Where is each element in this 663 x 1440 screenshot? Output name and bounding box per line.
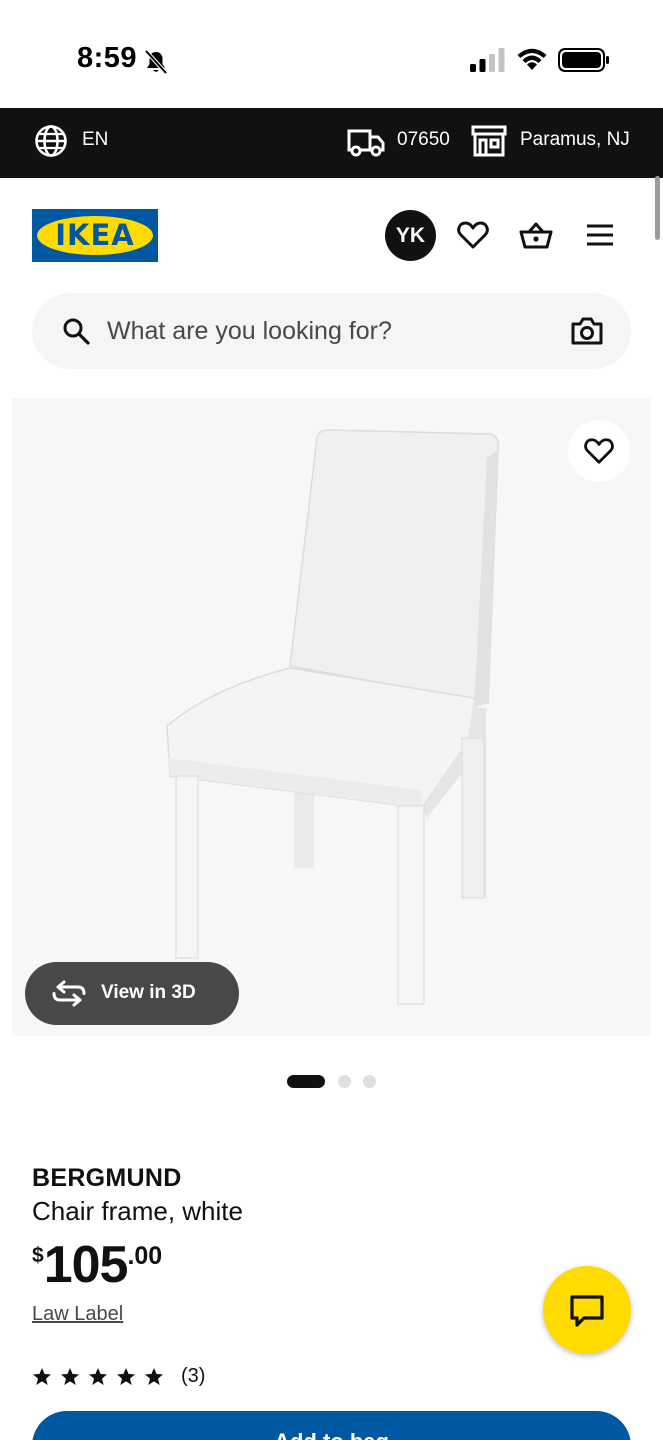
review-count[interactable]: (3) xyxy=(181,1365,205,1388)
chat-button[interactable] xyxy=(543,1266,631,1354)
scrollbar[interactable] xyxy=(655,176,660,240)
bell-off-icon xyxy=(144,49,168,75)
status-time: 8:59 xyxy=(77,42,138,74)
basket-icon[interactable] xyxy=(519,218,553,252)
battery-icon xyxy=(558,48,609,72)
star-icon xyxy=(145,1368,163,1385)
view-in-3d-button[interactable]: View in 3D xyxy=(25,962,239,1025)
star-icon xyxy=(89,1368,107,1385)
carousel-dot-2[interactable] xyxy=(338,1075,351,1088)
status-bar: 8:59 xyxy=(0,0,663,108)
heart-icon xyxy=(584,438,614,464)
add-to-bag-label: Add to bag xyxy=(32,1429,631,1440)
price-decimal: .00 xyxy=(127,1242,163,1270)
logo-text: IKEA xyxy=(55,218,135,252)
star-icon xyxy=(33,1368,51,1385)
ikea-logo[interactable]: IKEA xyxy=(32,209,158,262)
search-icon xyxy=(63,318,90,345)
heart-icon[interactable] xyxy=(456,218,490,252)
hamburger-menu-icon[interactable] xyxy=(583,218,617,252)
product-image[interactable] xyxy=(12,398,651,1036)
chair-image xyxy=(166,429,500,1005)
wifi-icon xyxy=(517,48,547,70)
star-icon xyxy=(61,1368,79,1385)
price-integer: 105 xyxy=(43,1236,129,1294)
rotate-3d-icon xyxy=(52,980,86,1007)
carousel-dot-3[interactable] xyxy=(363,1075,376,1088)
chat-icon xyxy=(570,1295,604,1327)
product-description: Chair frame, white xyxy=(32,1196,243,1226)
view-in-3d-label: View in 3D xyxy=(101,982,196,1003)
star-icon xyxy=(117,1368,135,1385)
store-location[interactable]: Paramus, NJ xyxy=(520,129,630,151)
signal-icon xyxy=(470,48,505,72)
carousel-dot-1[interactable] xyxy=(287,1075,325,1088)
language-selector[interactable]: EN xyxy=(82,129,108,151)
user-avatar[interactable]: YK xyxy=(385,210,436,261)
product-price: $105.00 xyxy=(32,1236,162,1294)
delivery-zip[interactable]: 07650 xyxy=(397,129,450,151)
globe-icon[interactable] xyxy=(34,124,68,158)
camera-icon[interactable] xyxy=(570,315,604,347)
truck-icon[interactable] xyxy=(347,126,385,158)
store-icon[interactable] xyxy=(471,124,507,158)
search-bar[interactable] xyxy=(32,293,631,369)
search-input[interactable] xyxy=(107,313,537,349)
price-currency: $ xyxy=(32,1244,44,1267)
add-to-bag-button[interactable]: Add to bag xyxy=(32,1411,631,1440)
add-to-wishlist-button[interactable] xyxy=(568,420,630,482)
top-bar: EN 07650 Paramus, NJ xyxy=(0,108,663,178)
product-name: BERGMUND xyxy=(32,1164,182,1192)
law-label-link[interactable]: Law Label xyxy=(32,1303,123,1326)
